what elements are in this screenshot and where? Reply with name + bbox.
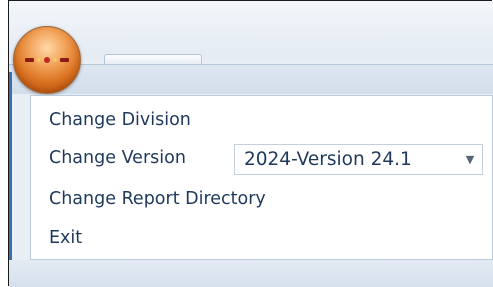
version-dropdown-value: 2024-Version 24.1 [244, 149, 412, 170]
menu-item-change-version[interactable]: Change Version [49, 148, 186, 168]
version-dropdown[interactable]: 2024-Version 24.1 ▼ [234, 144, 483, 175]
menu-item-exit[interactable]: Exit [49, 228, 82, 248]
chevron-down-icon[interactable]: ▼ [458, 153, 482, 166]
status-strip [9, 260, 493, 287]
app-orb-icon [25, 57, 69, 63]
application-menu-button[interactable] [13, 26, 81, 94]
menu-item-change-division[interactable]: Change Division [49, 110, 191, 130]
menu-item-change-report-directory[interactable]: Change Report Directory [49, 189, 266, 209]
left-accent-border [9, 72, 12, 286]
